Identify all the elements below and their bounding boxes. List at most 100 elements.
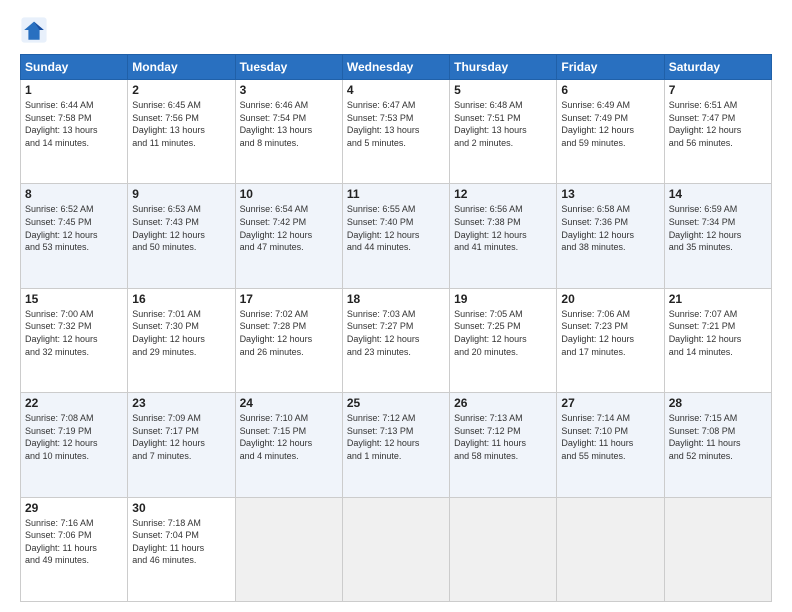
day-number: 8: [25, 187, 123, 201]
calendar-cell: 18 Sunrise: 7:03 AM Sunset: 7:27 PM Dayli…: [342, 288, 449, 392]
calendar-cell: 4 Sunrise: 6:47 AM Sunset: 7:53 PM Daylig…: [342, 80, 449, 184]
day-number: 28: [669, 396, 767, 410]
day-number: 13: [561, 187, 659, 201]
day-number: 27: [561, 396, 659, 410]
day-info: Sunrise: 7:10 AM Sunset: 7:15 PM Dayligh…: [240, 412, 338, 462]
day-info: Sunrise: 6:55 AM Sunset: 7:40 PM Dayligh…: [347, 203, 445, 253]
day-info: Sunrise: 6:54 AM Sunset: 7:42 PM Dayligh…: [240, 203, 338, 253]
day-number: 2: [132, 83, 230, 97]
calendar-cell: [342, 497, 449, 601]
day-number: 22: [25, 396, 123, 410]
day-number: 9: [132, 187, 230, 201]
day-info: Sunrise: 6:46 AM Sunset: 7:54 PM Dayligh…: [240, 99, 338, 149]
day-number: 19: [454, 292, 552, 306]
calendar-cell: 26Sunrise: 7:13 AM Sunset: 7:12 PM Dayli…: [450, 393, 557, 497]
calendar-cell: 9 Sunrise: 6:53 AM Sunset: 7:43 PM Daylig…: [128, 184, 235, 288]
calendar-cell: [235, 497, 342, 601]
day-number: 14: [669, 187, 767, 201]
day-info: Sunrise: 7:15 AM Sunset: 7:08 PM Dayligh…: [669, 412, 767, 462]
calendar-week-3: 15 Sunrise: 7:00 AM Sunset: 7:32 PM Dayli…: [21, 288, 772, 392]
day-info: Sunrise: 6:58 AM Sunset: 7:36 PM Dayligh…: [561, 203, 659, 253]
calendar-cell: 3 Sunrise: 6:46 AM Sunset: 7:54 PM Daylig…: [235, 80, 342, 184]
day-number: 25: [347, 396, 445, 410]
day-info: Sunrise: 7:14 AM Sunset: 7:10 PM Dayligh…: [561, 412, 659, 462]
day-info: Sunrise: 7:05 AM Sunset: 7:25 PM Dayligh…: [454, 308, 552, 358]
day-info: Sunrise: 7:00 AM Sunset: 7:32 PM Dayligh…: [25, 308, 123, 358]
weekday-header-sunday: Sunday: [21, 55, 128, 80]
calendar-cell: 13 Sunrise: 6:58 AM Sunset: 7:36 PM Dayli…: [557, 184, 664, 288]
calendar-cell: 10 Sunrise: 6:54 AM Sunset: 7:42 PM Dayli…: [235, 184, 342, 288]
day-info: Sunrise: 6:59 AM Sunset: 7:34 PM Dayligh…: [669, 203, 767, 253]
calendar-cell: 2 Sunrise: 6:45 AM Sunset: 7:56 PM Daylig…: [128, 80, 235, 184]
calendar-cell: 24 Sunrise: 7:10 AM Sunset: 7:15 PM Dayli…: [235, 393, 342, 497]
day-info: Sunrise: 6:47 AM Sunset: 7:53 PM Dayligh…: [347, 99, 445, 149]
day-number: 30: [132, 501, 230, 515]
calendar-week-1: 1 Sunrise: 6:44 AM Sunset: 7:58 PM Daylig…: [21, 80, 772, 184]
calendar-cell: 14 Sunrise: 6:59 AM Sunset: 7:34 PM Dayli…: [664, 184, 771, 288]
logo-icon: [20, 16, 48, 44]
calendar-cell: 12 Sunrise: 6:56 AM Sunset: 7:38 PM Dayli…: [450, 184, 557, 288]
day-number: 12: [454, 187, 552, 201]
logo: [20, 16, 52, 44]
calendar-cell: 8 Sunrise: 6:52 AM Sunset: 7:45 PM Daylig…: [21, 184, 128, 288]
weekday-header-friday: Friday: [557, 55, 664, 80]
day-info: Sunrise: 7:02 AM Sunset: 7:28 PM Dayligh…: [240, 308, 338, 358]
day-number: 23: [132, 396, 230, 410]
day-info: Sunrise: 6:44 AM Sunset: 7:58 PM Dayligh…: [25, 99, 123, 149]
day-info: Sunrise: 7:06 AM Sunset: 7:23 PM Dayligh…: [561, 308, 659, 358]
calendar-cell: [664, 497, 771, 601]
day-number: 3: [240, 83, 338, 97]
page: SundayMondayTuesdayWednesdayThursdayFrid…: [0, 0, 792, 612]
day-info: Sunrise: 7:16 AM Sunset: 7:06 PM Dayligh…: [25, 517, 123, 567]
weekday-header-saturday: Saturday: [664, 55, 771, 80]
day-number: 1: [25, 83, 123, 97]
calendar-cell: 25 Sunrise: 7:12 AM Sunset: 7:13 PM Dayli…: [342, 393, 449, 497]
day-number: 21: [669, 292, 767, 306]
day-info: Sunrise: 7:12 AM Sunset: 7:13 PM Dayligh…: [347, 412, 445, 462]
calendar-cell: 20 Sunrise: 7:06 AM Sunset: 7:23 PM Dayli…: [557, 288, 664, 392]
calendar-cell: 11 Sunrise: 6:55 AM Sunset: 7:40 PM Dayli…: [342, 184, 449, 288]
day-number: 18: [347, 292, 445, 306]
day-info: Sunrise: 6:56 AM Sunset: 7:38 PM Dayligh…: [454, 203, 552, 253]
calendar-cell: 27 Sunrise: 7:14 AM Sunset: 7:10 PM Dayli…: [557, 393, 664, 497]
day-number: 6: [561, 83, 659, 97]
header: [20, 16, 772, 44]
day-info: Sunrise: 7:09 AM Sunset: 7:17 PM Dayligh…: [132, 412, 230, 462]
day-info: Sunrise: 6:53 AM Sunset: 7:43 PM Dayligh…: [132, 203, 230, 253]
day-info: Sunrise: 7:03 AM Sunset: 7:27 PM Dayligh…: [347, 308, 445, 358]
day-number: 10: [240, 187, 338, 201]
calendar-cell: 23 Sunrise: 7:09 AM Sunset: 7:17 PM Dayli…: [128, 393, 235, 497]
calendar-cell: 16Sunrise: 7:01 AM Sunset: 7:30 PM Dayli…: [128, 288, 235, 392]
calendar-cell: 5 Sunrise: 6:48 AM Sunset: 7:51 PM Daylig…: [450, 80, 557, 184]
calendar-cell: 15 Sunrise: 7:00 AM Sunset: 7:32 PM Dayli…: [21, 288, 128, 392]
day-number: 4: [347, 83, 445, 97]
calendar-cell: 7Sunrise: 6:51 AM Sunset: 7:47 PM Daylig…: [664, 80, 771, 184]
day-info: Sunrise: 6:49 AM Sunset: 7:49 PM Dayligh…: [561, 99, 659, 149]
calendar-cell: 22Sunrise: 7:08 AM Sunset: 7:19 PM Dayli…: [21, 393, 128, 497]
calendar-week-2: 8 Sunrise: 6:52 AM Sunset: 7:45 PM Daylig…: [21, 184, 772, 288]
day-number: 16: [132, 292, 230, 306]
day-info: Sunrise: 6:52 AM Sunset: 7:45 PM Dayligh…: [25, 203, 123, 253]
day-number: 15: [25, 292, 123, 306]
calendar-cell: 30Sunrise: 7:18 AM Sunset: 7:04 PM Dayli…: [128, 497, 235, 601]
day-info: Sunrise: 6:48 AM Sunset: 7:51 PM Dayligh…: [454, 99, 552, 149]
calendar-cell: 28 Sunrise: 7:15 AM Sunset: 7:08 PM Dayli…: [664, 393, 771, 497]
day-number: 26: [454, 396, 552, 410]
day-info: Sunrise: 6:45 AM Sunset: 7:56 PM Dayligh…: [132, 99, 230, 149]
day-number: 29: [25, 501, 123, 515]
day-number: 7: [669, 83, 767, 97]
day-number: 5: [454, 83, 552, 97]
day-number: 11: [347, 187, 445, 201]
calendar-cell: 17 Sunrise: 7:02 AM Sunset: 7:28 PM Dayli…: [235, 288, 342, 392]
weekday-header-monday: Monday: [128, 55, 235, 80]
day-info: Sunrise: 7:07 AM Sunset: 7:21 PM Dayligh…: [669, 308, 767, 358]
day-number: 24: [240, 396, 338, 410]
weekday-header-tuesday: Tuesday: [235, 55, 342, 80]
calendar-cell: 21 Sunrise: 7:07 AM Sunset: 7:21 PM Dayli…: [664, 288, 771, 392]
calendar-header-row: SundayMondayTuesdayWednesdayThursdayFrid…: [21, 55, 772, 80]
calendar-cell: 29 Sunrise: 7:16 AM Sunset: 7:06 PM Dayli…: [21, 497, 128, 601]
day-number: 17: [240, 292, 338, 306]
day-number: 20: [561, 292, 659, 306]
calendar-week-4: 22Sunrise: 7:08 AM Sunset: 7:19 PM Dayli…: [21, 393, 772, 497]
weekday-header-wednesday: Wednesday: [342, 55, 449, 80]
